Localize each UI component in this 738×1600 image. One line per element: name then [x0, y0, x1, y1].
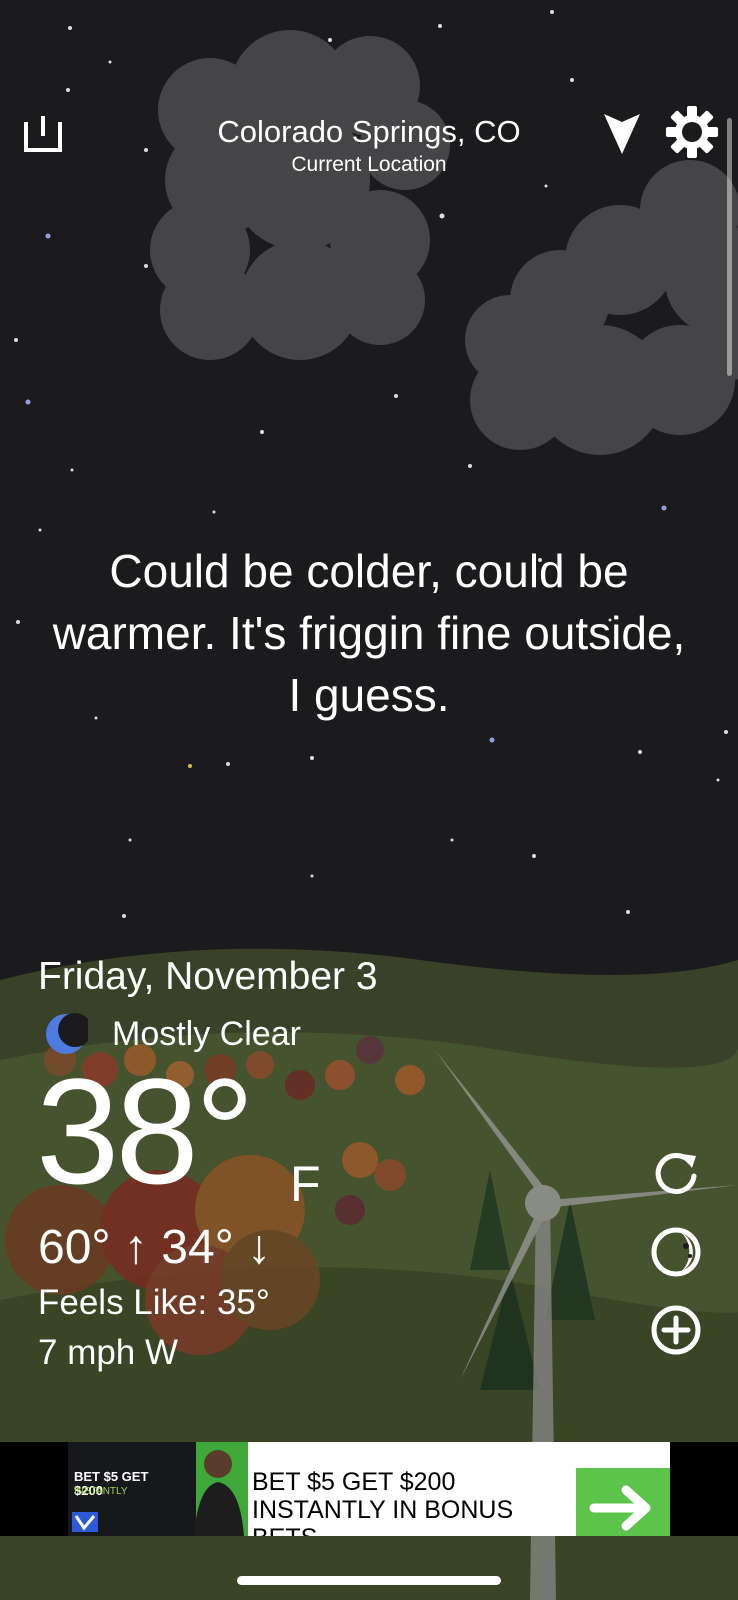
feels-like: Feels Like: 35°: [38, 1283, 270, 1322]
top-bar: Colorado Springs, CO Current Location: [0, 100, 738, 190]
ad-banner[interactable]: BET $5 GET $200 INSTANTLY BET $5 GET $20…: [68, 1442, 670, 1536]
location-title: Colorado Springs, CO: [217, 114, 521, 149]
ad-image-sub: INSTANTLY: [74, 1486, 128, 1497]
add-icon: [651, 1305, 701, 1355]
refresh-button[interactable]: [650, 1148, 702, 1200]
high-low-temps: 60° ↑ 34° ↓: [38, 1221, 272, 1274]
ad-text: BET $5 GET $200 INSTANTLY IN BONUS BETS: [252, 1468, 514, 1536]
add-button[interactable]: [650, 1304, 702, 1356]
current-temperature[interactable]: 38°: [36, 1056, 255, 1206]
forecast-date: Friday, November 3: [38, 955, 378, 998]
gear-icon: [666, 106, 718, 158]
location-subtitle: Current Location: [291, 153, 447, 176]
location-header[interactable]: Colorado Springs, CO Current Location: [120, 114, 618, 178]
cloud-left: [150, 30, 450, 360]
refresh-icon: [655, 1153, 697, 1194]
settings-button[interactable]: [664, 104, 720, 160]
share-icon: [24, 116, 62, 152]
ad-cta-button[interactable]: [576, 1468, 670, 1536]
cloud-right: [465, 160, 738, 455]
temperature-unit[interactable]: F: [290, 1156, 321, 1212]
moon-phase-icon: [651, 1227, 701, 1277]
scroll-indicator[interactable]: [727, 118, 732, 376]
wind-speed: 7 mph W: [38, 1333, 179, 1372]
share-button[interactable]: [20, 110, 66, 156]
moon-phase-button[interactable]: [650, 1226, 702, 1278]
ad-image: BET $5 GET $200 INSTANTLY: [68, 1442, 248, 1536]
home-indicator[interactable]: [237, 1576, 501, 1585]
arrow-right-icon: [589, 1485, 651, 1531]
location-button[interactable]: [600, 106, 644, 158]
weather-message: Could be colder, could be warmer. It's f…: [52, 545, 686, 721]
location-arrow-icon: [604, 114, 640, 154]
